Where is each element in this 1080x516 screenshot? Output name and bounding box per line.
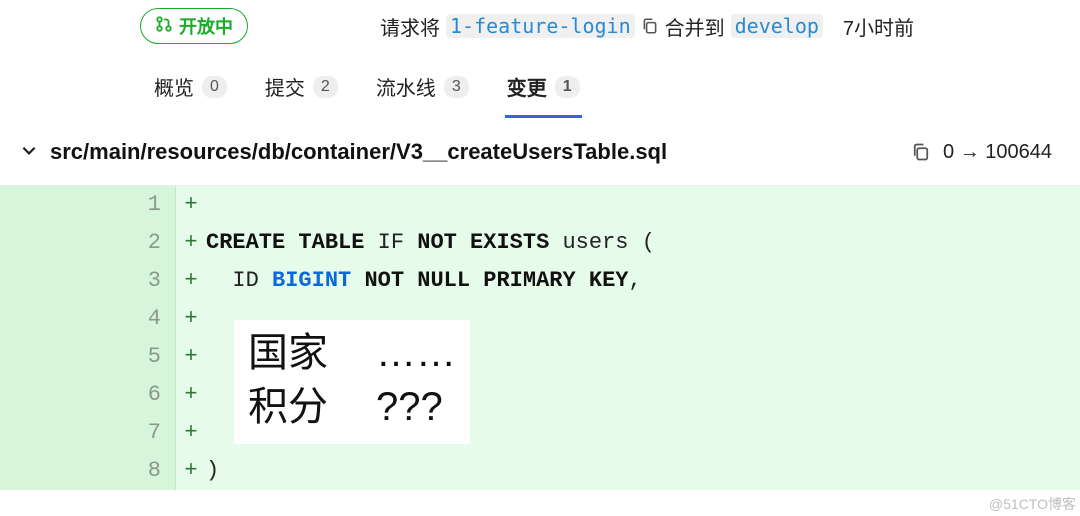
tab-label: 流水线 — [376, 72, 436, 101]
diff-line: 5+ — [0, 338, 1080, 376]
merge-mid: 合并到 — [665, 12, 725, 41]
file-path[interactable]: src/main/resources/db/container/V3__crea… — [50, 139, 667, 165]
diff-line: 8+) — [0, 452, 1080, 490]
tab-count: 3 — [444, 76, 469, 98]
mode-to: 100644 — [985, 141, 1052, 163]
tab-commits[interactable]: 提交 2 — [263, 64, 340, 118]
line-mark: + — [176, 376, 206, 414]
mode-from: 0 — [943, 141, 954, 163]
line-code: ID BIGINT NOT NULL PRIMARY KEY, — [206, 262, 1080, 300]
pr-header: 开放中 请求将 1-feature-login 合并到 develop 7小时前 — [0, 0, 1080, 52]
merge-summary: 请求将 1-feature-login 合并到 develop — [380, 12, 823, 41]
line-mark: + — [176, 262, 206, 300]
tab-label: 概览 — [154, 72, 194, 101]
line-mark: + — [176, 452, 206, 490]
copy-path-icon[interactable] — [911, 142, 931, 162]
tab-count: 0 — [202, 76, 227, 98]
diff-line: 2+CREATE TABLE IF NOT EXISTS users ( — [0, 224, 1080, 262]
line-number: 5 — [0, 338, 176, 376]
line-mark: + — [176, 414, 206, 452]
overlay-cell: 国家 — [248, 326, 328, 380]
status-badge: 开放中 — [140, 8, 248, 44]
file-header: src/main/resources/db/container/V3__crea… — [0, 119, 1080, 186]
tab-label: 变更 — [507, 72, 547, 101]
watermark: @51CTO博客 — [989, 494, 1076, 514]
mode-arrow: → — [960, 141, 980, 163]
pr-open-icon — [155, 15, 173, 38]
line-code — [206, 186, 1080, 224]
line-mark: + — [176, 186, 206, 224]
line-number: 7 — [0, 414, 176, 452]
line-mark: + — [176, 300, 206, 338]
line-number: 2 — [0, 224, 176, 262]
line-mark: + — [176, 338, 206, 376]
tab-overview[interactable]: 概览 0 — [152, 64, 229, 118]
target-branch[interactable]: develop — [731, 14, 823, 38]
diff-line: 1+ — [0, 186, 1080, 224]
overlay-cell: 积分 — [248, 380, 328, 434]
merge-prefix: 请求将 — [380, 12, 440, 41]
line-code: ) — [206, 452, 1080, 490]
diff-line: 4+ — [0, 300, 1080, 338]
line-number: 6 — [0, 376, 176, 414]
mode-change: 0 → 100644 — [943, 141, 1052, 164]
diff-line: 7+ — [0, 414, 1080, 452]
tab-label: 提交 — [265, 72, 305, 101]
diff-line: 6+ — [0, 376, 1080, 414]
time-ago: 7小时前 — [843, 12, 914, 41]
status-label: 开放中 — [179, 13, 233, 39]
line-number: 4 — [0, 300, 176, 338]
overlay-cell: …… — [376, 326, 456, 380]
tabs: 概览 0 提交 2 流水线 3 变更 1 — [0, 52, 1080, 119]
annotation-overlay: 国家 …… 积分 ??? — [234, 320, 470, 444]
chevron-down-icon[interactable] — [20, 141, 38, 164]
tab-count: 2 — [313, 76, 338, 98]
tab-changes[interactable]: 变更 1 — [505, 64, 582, 118]
line-code: CREATE TABLE IF NOT EXISTS users ( — [206, 224, 1080, 262]
tab-pipelines[interactable]: 流水线 3 — [374, 64, 471, 118]
copy-icon[interactable] — [641, 17, 659, 35]
line-number: 1 — [0, 186, 176, 224]
source-branch[interactable]: 1-feature-login — [446, 14, 635, 38]
line-mark: + — [176, 224, 206, 262]
diff-line: 3+ ID BIGINT NOT NULL PRIMARY KEY, — [0, 262, 1080, 300]
overlay-cell: ??? — [376, 380, 443, 434]
line-number: 8 — [0, 452, 176, 490]
diff-body: 1+2+CREATE TABLE IF NOT EXISTS users (3+… — [0, 186, 1080, 490]
line-number: 3 — [0, 262, 176, 300]
tab-count: 1 — [555, 76, 580, 98]
